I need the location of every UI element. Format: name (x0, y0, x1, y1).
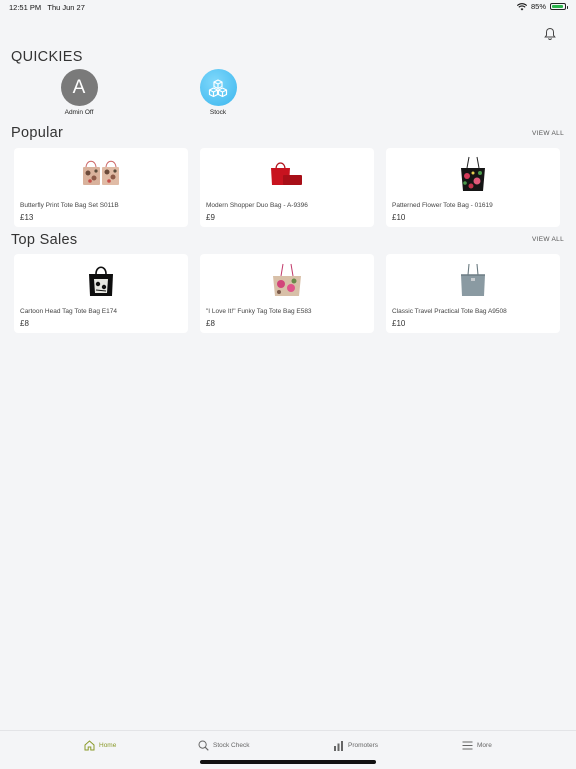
status-bar: 12:51 PM Thu Jun 27 85% (0, 0, 576, 14)
stock-icon-circle (199, 69, 237, 106)
product-card[interactable]: Classic Travel Practical Tote Bag A9508 … (386, 254, 560, 333)
product-card[interactable]: Butterfly Print Tote Bag Set S011B £13 (14, 148, 188, 227)
battery-percent: 85% (530, 2, 546, 11)
product-image (14, 262, 188, 302)
tab-home[interactable]: Home (84, 740, 116, 751)
product-image (386, 156, 560, 196)
tab-label: Stock Check (213, 742, 250, 749)
product-image (14, 156, 188, 196)
tab-label: More (477, 742, 492, 749)
product-price: £8 (20, 319, 29, 328)
product-price: £13 (20, 213, 34, 222)
tab-more[interactable]: More (462, 740, 492, 751)
product-price: £9 (206, 213, 215, 222)
boxes-icon (208, 78, 228, 97)
quickie-admin-off[interactable]: A Admin Off (49, 69, 109, 116)
product-card[interactable]: Patterned Flower Tote Bag - 01619 £10 (386, 148, 560, 227)
product-name: Butterfly Print Tote Bag Set S011B (20, 202, 119, 209)
avatar-letter: A (72, 76, 86, 98)
menu-icon (462, 741, 473, 750)
product-card[interactable]: Cartoon Head Tag Tote Bag E174 £8 (14, 254, 188, 333)
quickie-label: Admin Off (64, 109, 94, 116)
product-name: Cartoon Head Tag Tote Bag E174 (20, 308, 117, 315)
product-name: Modern Shopper Duo Bag - A-9396 (206, 202, 308, 209)
battery-icon (550, 3, 568, 10)
home-icon (84, 740, 95, 751)
product-image (200, 156, 374, 196)
home-indicator (200, 760, 376, 764)
tab-promoters[interactable]: Promoters (333, 740, 378, 751)
quickies-title: QUICKIES (11, 49, 83, 65)
product-price: £10 (392, 319, 406, 328)
tab-stock-check[interactable]: Stock Check (198, 740, 250, 751)
status-time: 12:51 PM Thu Jun 27 (9, 3, 85, 12)
popular-view-all[interactable]: VIEW ALL (532, 130, 564, 137)
popular-title: Popular (11, 125, 64, 141)
bar-chart-icon (334, 741, 343, 751)
top-sales-title: Top Sales (11, 232, 78, 248)
top-sales-view-all[interactable]: VIEW ALL (532, 236, 564, 243)
search-icon (198, 740, 209, 751)
avatar: A (60, 69, 98, 106)
product-name: Classic Travel Practical Tote Bag A9508 (392, 308, 507, 315)
status-right: 85% (516, 2, 568, 11)
tab-label: Promoters (348, 742, 378, 749)
product-name: Patterned Flower Tote Bag - 01619 (392, 202, 493, 209)
tab-label: Home (99, 742, 117, 749)
product-price: £8 (206, 319, 215, 328)
product-price: £10 (392, 213, 406, 222)
quickie-stock[interactable]: Stock (188, 69, 248, 116)
product-image (200, 262, 374, 302)
product-image (386, 262, 560, 302)
product-card[interactable]: Modern Shopper Duo Bag - A-9396 £9 (200, 148, 374, 227)
product-name: "I Love It!" Funky Tag Tote Bag E583 (206, 308, 312, 315)
quickie-label: Stock (209, 109, 227, 116)
wifi-icon (516, 2, 527, 10)
product-card[interactable]: "I Love It!" Funky Tag Tote Bag E583 £8 (200, 254, 374, 333)
bell-icon[interactable] (543, 27, 557, 41)
